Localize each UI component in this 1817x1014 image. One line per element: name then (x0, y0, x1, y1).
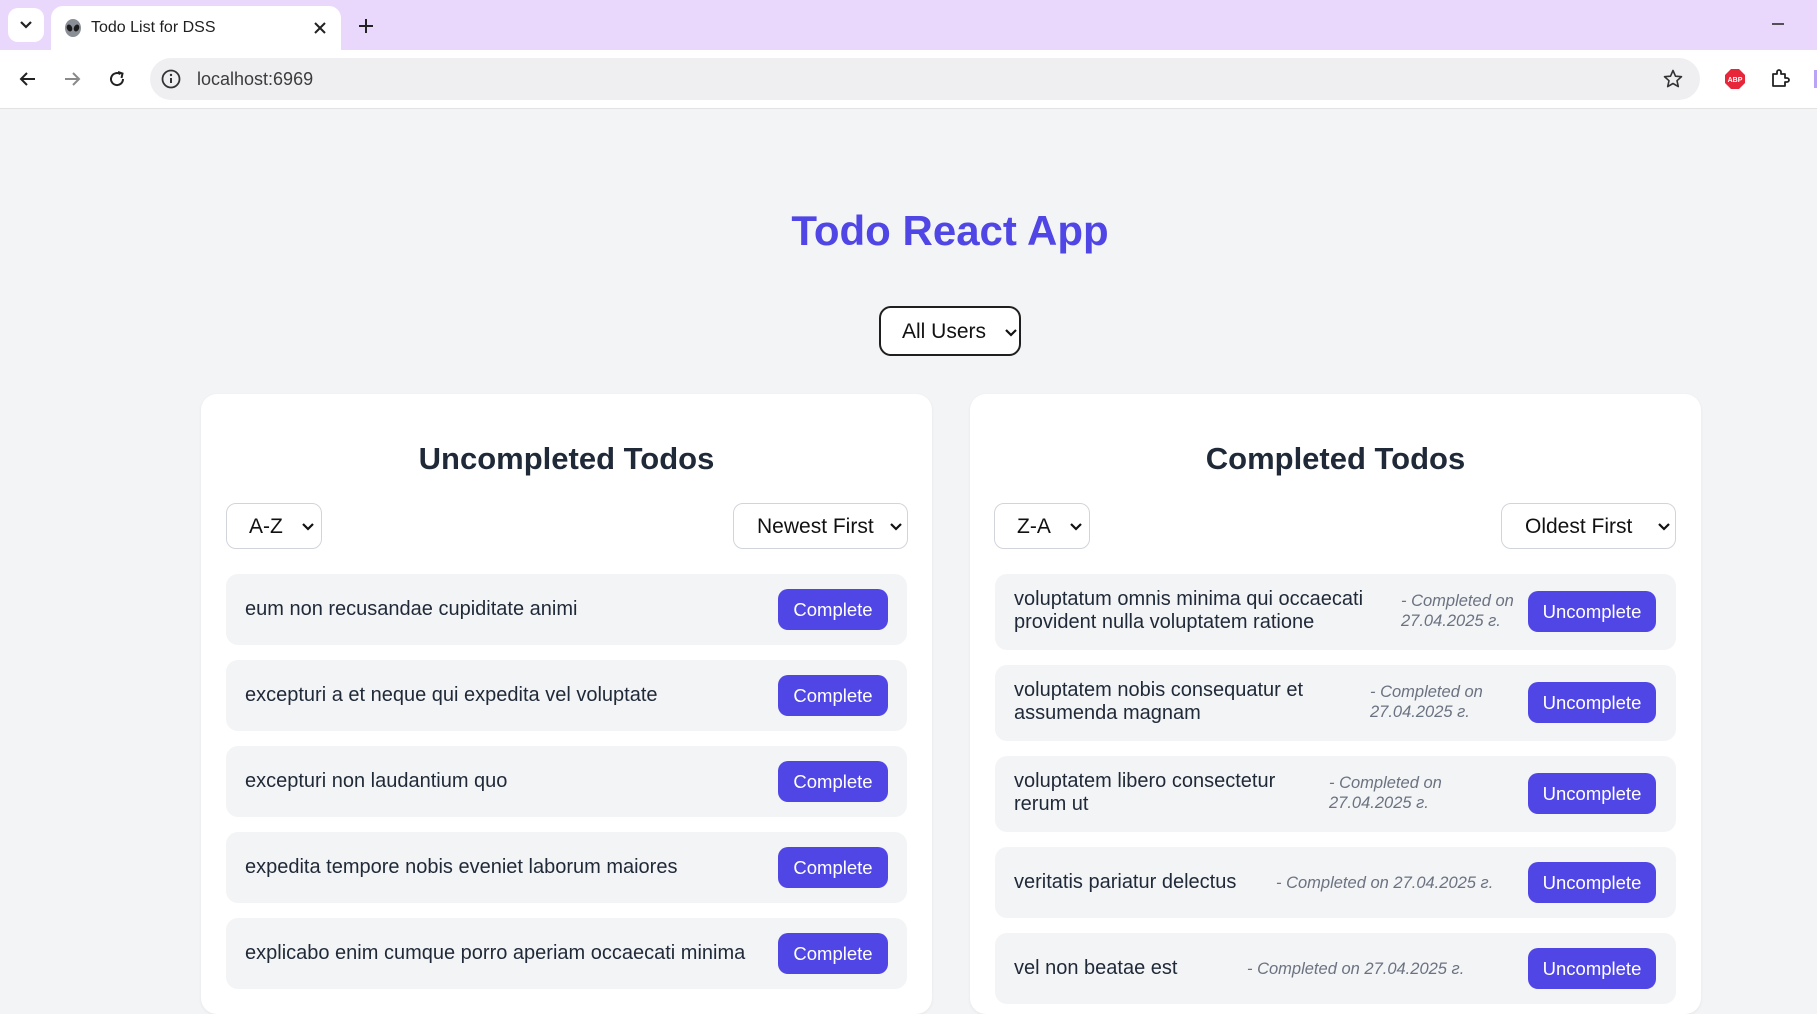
arrow-left-icon (19, 72, 35, 86)
completed-date-line1: - Completed on (1370, 683, 1483, 701)
todo-item: excepturi non laudantium quo Complete (226, 746, 907, 817)
completed-todos-title: Completed Todos (1205, 441, 1466, 476)
completed-date-line2: 27.04.2025 г. (1370, 703, 1470, 721)
todo-text-line1: voluptatem nobis consequatur et (1014, 679, 1304, 701)
completed-date-line2: 27.04.2025 г. (1401, 612, 1501, 630)
uncomplete-button[interactable]: Uncomplete (1528, 773, 1656, 814)
todo-item: voluptatum omnis minima qui occaecati pr… (995, 574, 1676, 650)
completed-alpha-sort-select[interactable]: Z-A (994, 503, 1090, 549)
complete-button[interactable]: Complete (778, 675, 888, 716)
chevron-down-icon (1070, 523, 1082, 531)
todo-item: voluptatem libero consectetur rerum ut -… (995, 756, 1676, 832)
chevron-down-icon (20, 21, 32, 29)
todo-text: excepturi non laudantium quo (245, 770, 508, 792)
tab-search-button[interactable] (8, 8, 44, 42)
adblock-extension-icon[interactable]: ABP (1724, 68, 1746, 90)
todo-text: expedita tempore nobis eveniet laborum m… (245, 856, 678, 878)
todo-text-line1: voluptatem libero consectetur (1014, 770, 1276, 792)
svg-text:ABP: ABP (1728, 77, 1743, 84)
complete-button[interactable]: Complete (778, 589, 888, 630)
uncompleted-alpha-sort-select[interactable]: A-Z (226, 503, 322, 549)
todo-text: veritatis pariatur delectus (1014, 871, 1237, 893)
todo-text-line2: provident nulla voluptatem ratione (1014, 611, 1315, 633)
uncompleted-todos-title: Uncompleted Todos (418, 441, 715, 476)
new-tab-button[interactable] (352, 12, 380, 40)
completed-date: - Completed on 27.04.2025 г. (1247, 960, 1465, 978)
todo-item: veritatis pariatur delectus - Completed … (995, 847, 1676, 918)
uncomplete-button[interactable]: Uncomplete (1528, 591, 1656, 632)
arrow-right-icon (65, 72, 81, 86)
extensions-puzzle-icon[interactable] (1768, 67, 1792, 91)
completed-date: - Completed on 27.04.2025 г. (1276, 874, 1494, 892)
completed-todos-card: Completed Todos Z-A Oldest First volupta… (970, 394, 1701, 1014)
todo-text-line2: assumenda magnam (1014, 702, 1201, 724)
uncomplete-button[interactable]: Uncomplete (1528, 862, 1656, 903)
todo-text: vel non beatae est (1014, 957, 1178, 979)
reload-button[interactable] (103, 65, 131, 93)
chevron-down-icon (302, 523, 314, 531)
close-tab-button[interactable] (309, 17, 331, 39)
address-bar[interactable]: localhost:6969 (150, 58, 1700, 100)
todo-text: excepturi a et neque qui expedita vel vo… (245, 684, 658, 706)
chevron-down-icon (1658, 523, 1670, 531)
uncompleted-date-sort-select[interactable]: Newest First (733, 503, 908, 549)
reload-icon (110, 71, 125, 87)
complete-button[interactable]: Complete (778, 761, 888, 802)
todo-item: expedita tempore nobis eveniet laborum m… (226, 832, 907, 903)
back-button[interactable] (14, 65, 42, 93)
bookmark-star-icon[interactable] (1662, 68, 1684, 90)
chevron-down-icon (890, 523, 902, 531)
info-icon[interactable] (160, 68, 182, 90)
browser-tab-bar: Todo List for DSS (0, 0, 1817, 50)
completed-date-line2: 27.04.2025 г. (1329, 794, 1429, 812)
forward-button[interactable] (58, 65, 86, 93)
close-icon (314, 22, 326, 34)
tab-title: Todo List for DSS (91, 19, 216, 36)
browser-toolbar: localhost:6969 ABP (0, 50, 1817, 109)
alpha-sort-value: A-Z (249, 515, 283, 538)
todo-item: excepturi a et neque qui expedita vel vo… (226, 660, 907, 731)
uncompleted-todos-card: Uncompleted Todos A-Z Newest First eum n… (201, 394, 932, 1014)
uncomplete-button[interactable]: Uncomplete (1528, 948, 1656, 989)
completed-date-line1: - Completed on (1401, 592, 1514, 610)
minimize-window-icon[interactable] (1766, 14, 1790, 34)
user-filter-value: All Users (902, 320, 987, 343)
browser-tab[interactable]: Todo List for DSS (51, 6, 341, 50)
plus-icon (359, 19, 373, 33)
todo-item: eum non recusandae cupiditate animi Comp… (226, 574, 907, 645)
complete-button[interactable]: Complete (778, 933, 888, 974)
alien-favicon-icon (65, 19, 81, 37)
todo-text-line2: rerum ut (1014, 793, 1089, 815)
date-sort-value: Oldest First (1525, 515, 1633, 538)
todo-item: explicabo enim cumque porro aperiam occa… (226, 918, 907, 989)
completed-date-line1: - Completed on (1329, 774, 1442, 792)
page-title: Todo React App (791, 207, 1109, 254)
user-filter-select[interactable]: All Users (879, 306, 1021, 356)
alpha-sort-value: Z-A (1017, 515, 1051, 538)
todo-item: voluptatem nobis consequatur et assumend… (995, 665, 1676, 741)
complete-button[interactable]: Complete (778, 847, 888, 888)
todo-text: explicabo enim cumque porro aperiam occa… (245, 942, 746, 964)
uncomplete-button[interactable]: Uncomplete (1528, 682, 1656, 723)
todo-text: eum non recusandae cupiditate animi (245, 598, 578, 620)
completed-date-sort-select[interactable]: Oldest First (1501, 503, 1676, 549)
url-text[interactable]: localhost:6969 (197, 69, 313, 90)
chevron-down-icon (1005, 329, 1017, 337)
todo-text-line1: voluptatum omnis minima qui occaecati (1014, 588, 1364, 610)
date-sort-value: Newest First (757, 515, 874, 538)
todo-item: vel non beatae est - Completed on 27.04.… (995, 933, 1676, 1004)
